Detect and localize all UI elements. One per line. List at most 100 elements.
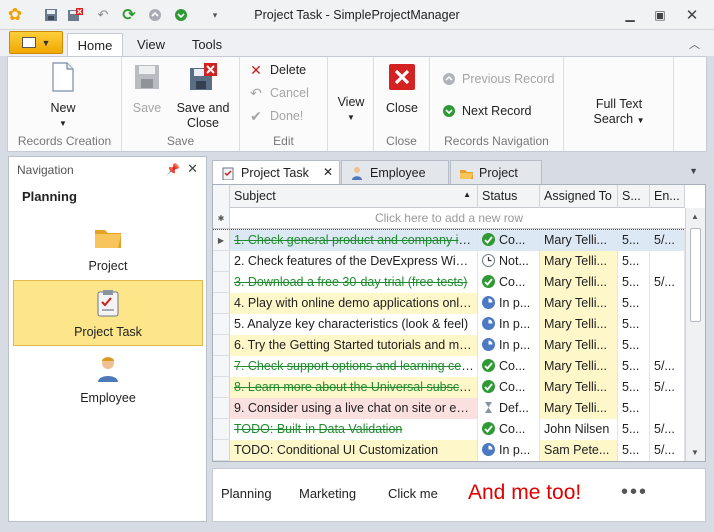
cell-assigned[interactable]: John Nilsen xyxy=(540,419,618,440)
cell-subject[interactable]: 3. Download a free 30-day trial (free te… xyxy=(230,272,478,293)
cell-end[interactable] xyxy=(650,293,685,314)
row-indicator[interactable] xyxy=(213,314,230,334)
column-header-subject[interactable]: Subject ▲ xyxy=(230,185,478,208)
minimize-icon[interactable]: ▁ xyxy=(620,6,640,24)
doc-tab-employee[interactable]: Employee xyxy=(341,160,449,184)
cell-end[interactable] xyxy=(650,398,685,419)
cell-assigned[interactable]: Mary Telli... xyxy=(540,356,618,377)
cell-end[interactable]: 5/... xyxy=(650,272,685,293)
table-row[interactable]: 7. Check support options and learning ce… xyxy=(213,356,685,377)
full-text-search-button[interactable]: Full Text Search ▼ xyxy=(564,97,674,128)
close-window-icon[interactable]: ✕ xyxy=(682,6,702,24)
table-row[interactable]: ▶ 1. Check general product and company in… xyxy=(213,229,686,252)
cell-subject[interactable]: 4. Play with online demo applications on… xyxy=(230,293,478,314)
close-icon[interactable]: ✕ xyxy=(187,161,198,177)
collapse-ribbon-icon[interactable]: ︿ xyxy=(689,36,700,52)
cell-start[interactable]: 5... xyxy=(618,272,650,293)
cell-start[interactable]: 5... xyxy=(618,398,650,419)
done-button[interactable]: ✔ Done! xyxy=(248,106,303,126)
row-indicator[interactable] xyxy=(213,440,230,460)
save-button[interactable]: Save xyxy=(130,61,164,116)
cell-assigned[interactable]: Mary Telli... xyxy=(540,377,618,398)
cell-end[interactable]: 5/... xyxy=(650,356,685,377)
table-row[interactable]: 5. Analyze key characteristics (look & f… xyxy=(213,314,685,335)
cell-start[interactable]: 5... xyxy=(618,230,650,251)
row-indicator[interactable] xyxy=(213,251,230,271)
application-menu-button[interactable]: ▼ xyxy=(9,31,63,54)
new-button[interactable]: New ▼ xyxy=(38,61,88,131)
cell-status[interactable]: In p... xyxy=(478,440,540,461)
row-indicator[interactable] xyxy=(213,335,230,355)
cell-start[interactable]: 5... xyxy=(618,440,650,461)
cell-start[interactable]: 5... xyxy=(618,251,650,272)
column-header-end[interactable]: En... xyxy=(650,185,685,208)
table-row[interactable]: TODO: Built-in Data Validation Co... John … xyxy=(213,419,685,440)
cell-assigned[interactable]: Mary Telli... xyxy=(540,293,618,314)
tab-home[interactable]: Home xyxy=(67,33,123,57)
row-indicator[interactable] xyxy=(213,419,230,439)
row-indicator[interactable] xyxy=(213,293,230,313)
cell-status[interactable]: Co... xyxy=(478,356,540,377)
column-header-status[interactable]: Status xyxy=(478,185,540,208)
cell-subject[interactable]: 2. Check features of the DevExpress WinF… xyxy=(230,251,478,272)
view-dropdown-button[interactable]: View ▼ xyxy=(328,95,374,125)
focused-row-indicator-icon[interactable]: ▶ xyxy=(213,230,230,250)
cell-status[interactable]: In p... xyxy=(478,335,540,356)
nav-item-project-task[interactable]: Project Task xyxy=(13,280,203,346)
cell-assigned[interactable]: Mary Telli... xyxy=(540,335,618,356)
nav-group-planning[interactable]: Planning xyxy=(9,184,206,209)
delete-button[interactable]: ✕ Delete xyxy=(248,60,306,80)
tab-view[interactable]: View xyxy=(127,33,175,57)
cell-assigned[interactable]: Mary Telli... xyxy=(540,230,618,251)
cell-start[interactable]: 5... xyxy=(618,314,650,335)
cell-status[interactable]: Not... xyxy=(478,251,540,272)
cell-end[interactable] xyxy=(650,251,685,272)
table-row[interactable]: 2. Check features of the DevExpress WinF… xyxy=(213,251,685,272)
maximize-icon[interactable]: ▣ xyxy=(650,6,670,24)
cell-status[interactable]: Co... xyxy=(478,230,540,251)
save-and-close-button[interactable]: Save and Close xyxy=(172,61,234,131)
cancel-button[interactable]: ↶ Cancel xyxy=(248,83,309,103)
cell-status[interactable]: In p... xyxy=(478,293,540,314)
cell-subject[interactable]: 7. Check support options and learning ce… xyxy=(230,356,478,377)
cell-subject[interactable]: 1. Check general product and company inf… xyxy=(230,230,478,251)
column-header-assigned-to[interactable]: Assigned To xyxy=(540,185,618,208)
tab-list-dropdown-icon[interactable]: ▼ xyxy=(689,166,698,176)
cell-assigned[interactable]: Mary Telli... xyxy=(540,314,618,335)
table-row[interactable]: TODO: Conditional UI Customization In p..… xyxy=(213,440,685,461)
cell-assigned[interactable]: Mary Telli... xyxy=(540,272,618,293)
cell-end[interactable]: 5/... xyxy=(650,440,685,461)
nav-item-employee[interactable]: Employee xyxy=(13,347,203,413)
scroll-down-icon[interactable]: ▼ xyxy=(691,448,699,457)
table-row[interactable]: 8. Learn more about the Universal subscr… xyxy=(213,377,685,398)
tab-tools[interactable]: Tools xyxy=(183,33,231,57)
cell-start[interactable]: 5... xyxy=(618,419,650,440)
previous-record-button[interactable]: Previous Record xyxy=(442,69,554,89)
navbar-link-click-me[interactable]: Click me xyxy=(388,486,438,501)
next-record-button[interactable]: Next Record xyxy=(442,101,531,121)
vertical-scrollbar[interactable]: ▲ ▼ xyxy=(685,208,705,461)
close-tab-icon[interactable]: ✕ xyxy=(323,165,333,179)
doc-tab-project[interactable]: Project xyxy=(450,160,542,184)
nav-item-project[interactable]: Project xyxy=(13,215,203,281)
scrollbar-thumb[interactable] xyxy=(690,228,701,322)
cell-status[interactable]: Def... xyxy=(478,398,540,419)
cell-subject[interactable]: 9. Consider using a live chat on site or… xyxy=(230,398,478,419)
row-indicator[interactable] xyxy=(213,377,230,397)
scroll-up-icon[interactable]: ▲ xyxy=(691,212,699,221)
new-item-row[interactable]: ✱ Click here to add a new row xyxy=(213,208,685,229)
more-options-icon[interactable]: ••• xyxy=(621,481,648,504)
table-row[interactable]: 4. Play with online demo applications on… xyxy=(213,293,685,314)
cell-subject[interactable]: 6. Try the Getting Started tutorials and… xyxy=(230,335,478,356)
cell-status[interactable]: Co... xyxy=(478,377,540,398)
cell-end[interactable]: 5/... xyxy=(650,419,685,440)
table-row[interactable]: 3. Download a free 30-day trial (free te… xyxy=(213,272,685,293)
doc-tab-project-task[interactable]: Project Task ✕ xyxy=(212,160,340,185)
cell-subject[interactable]: TODO: Conditional UI Customization xyxy=(230,440,478,461)
column-header-start[interactable]: S... xyxy=(618,185,650,208)
cell-start[interactable]: 5... xyxy=(618,377,650,398)
table-row[interactable]: 6. Try the Getting Started tutorials and… xyxy=(213,335,685,356)
cell-status[interactable]: In p... xyxy=(478,314,540,335)
cell-start[interactable]: 5... xyxy=(618,335,650,356)
cell-assigned[interactable]: Mary Telli... xyxy=(540,251,618,272)
